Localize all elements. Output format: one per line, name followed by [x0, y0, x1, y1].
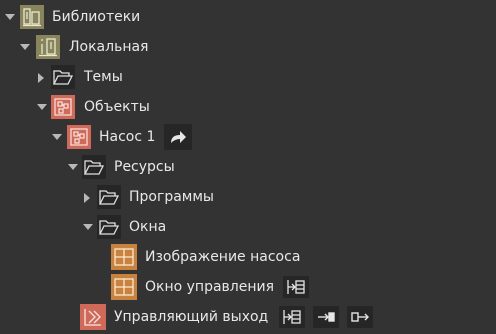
- tree-item-pump-image[interactable]: Изображение насоса: [0, 244, 496, 270]
- tree-item-programs[interactable]: Программы: [0, 184, 496, 210]
- folder-icon: [97, 185, 121, 209]
- tree-item-control-window[interactable]: Окно управления: [0, 274, 496, 300]
- tree-item-label: Темы: [84, 69, 123, 85]
- chevron-down-icon[interactable]: [50, 124, 64, 150]
- tree-item-label: Управляющий выход: [114, 309, 269, 325]
- local-library-icon: [36, 35, 60, 59]
- window-icon: [111, 244, 137, 270]
- tree-item-themes[interactable]: Темы: [0, 64, 496, 90]
- insert-into-icon[interactable]: [279, 306, 305, 328]
- tree-item-local[interactable]: Локальная: [0, 34, 496, 60]
- tree-item-label: Объекты: [84, 99, 150, 115]
- tree-item-control-output[interactable]: Управляющий выход: [0, 304, 496, 330]
- chevron-down-icon[interactable]: [18, 34, 32, 60]
- tree-item-label: Изображение насоса: [145, 249, 301, 265]
- chevron-down-icon[interactable]: [3, 4, 17, 30]
- tree-item-label: Окно управления: [145, 279, 275, 295]
- tree-item-windows[interactable]: Окна: [0, 214, 496, 240]
- chevron-down-icon[interactable]: [81, 214, 95, 240]
- arrow-out-icon[interactable]: [347, 306, 373, 328]
- tree-item-pump1[interactable]: Насос 1: [0, 124, 496, 150]
- tree-item-label: Насос 1: [99, 129, 156, 145]
- chevron-right-icon[interactable]: [35, 64, 49, 90]
- arrow-into-icon[interactable]: [313, 306, 339, 328]
- objects-icon: [51, 95, 75, 119]
- insert-into-icon[interactable]: [283, 276, 309, 298]
- object-icon: [67, 125, 91, 149]
- tree-item-objects[interactable]: Объекты: [0, 94, 496, 120]
- tree-item-libraries[interactable]: Библиотеки: [0, 4, 496, 30]
- tree-item-label: Программы: [129, 189, 214, 205]
- redirect-arrow-icon[interactable]: [164, 124, 192, 150]
- library-icon: [20, 5, 44, 29]
- tree-item-label: Ресурсы: [114, 159, 175, 175]
- tree-item-label: Библиотеки: [52, 9, 141, 25]
- folder-icon: [51, 65, 75, 89]
- tree-item-resources[interactable]: Ресурсы: [0, 154, 496, 180]
- window-icon: [111, 274, 137, 300]
- control-output-icon: [80, 304, 106, 330]
- chevron-right-icon[interactable]: [81, 184, 95, 210]
- chevron-down-icon[interactable]: [66, 154, 80, 180]
- folder-icon: [97, 215, 121, 239]
- tree-item-label: Локальная: [69, 39, 149, 55]
- chevron-down-icon[interactable]: [35, 94, 49, 120]
- folder-icon: [82, 155, 106, 179]
- tree-item-label: Окна: [129, 219, 167, 235]
